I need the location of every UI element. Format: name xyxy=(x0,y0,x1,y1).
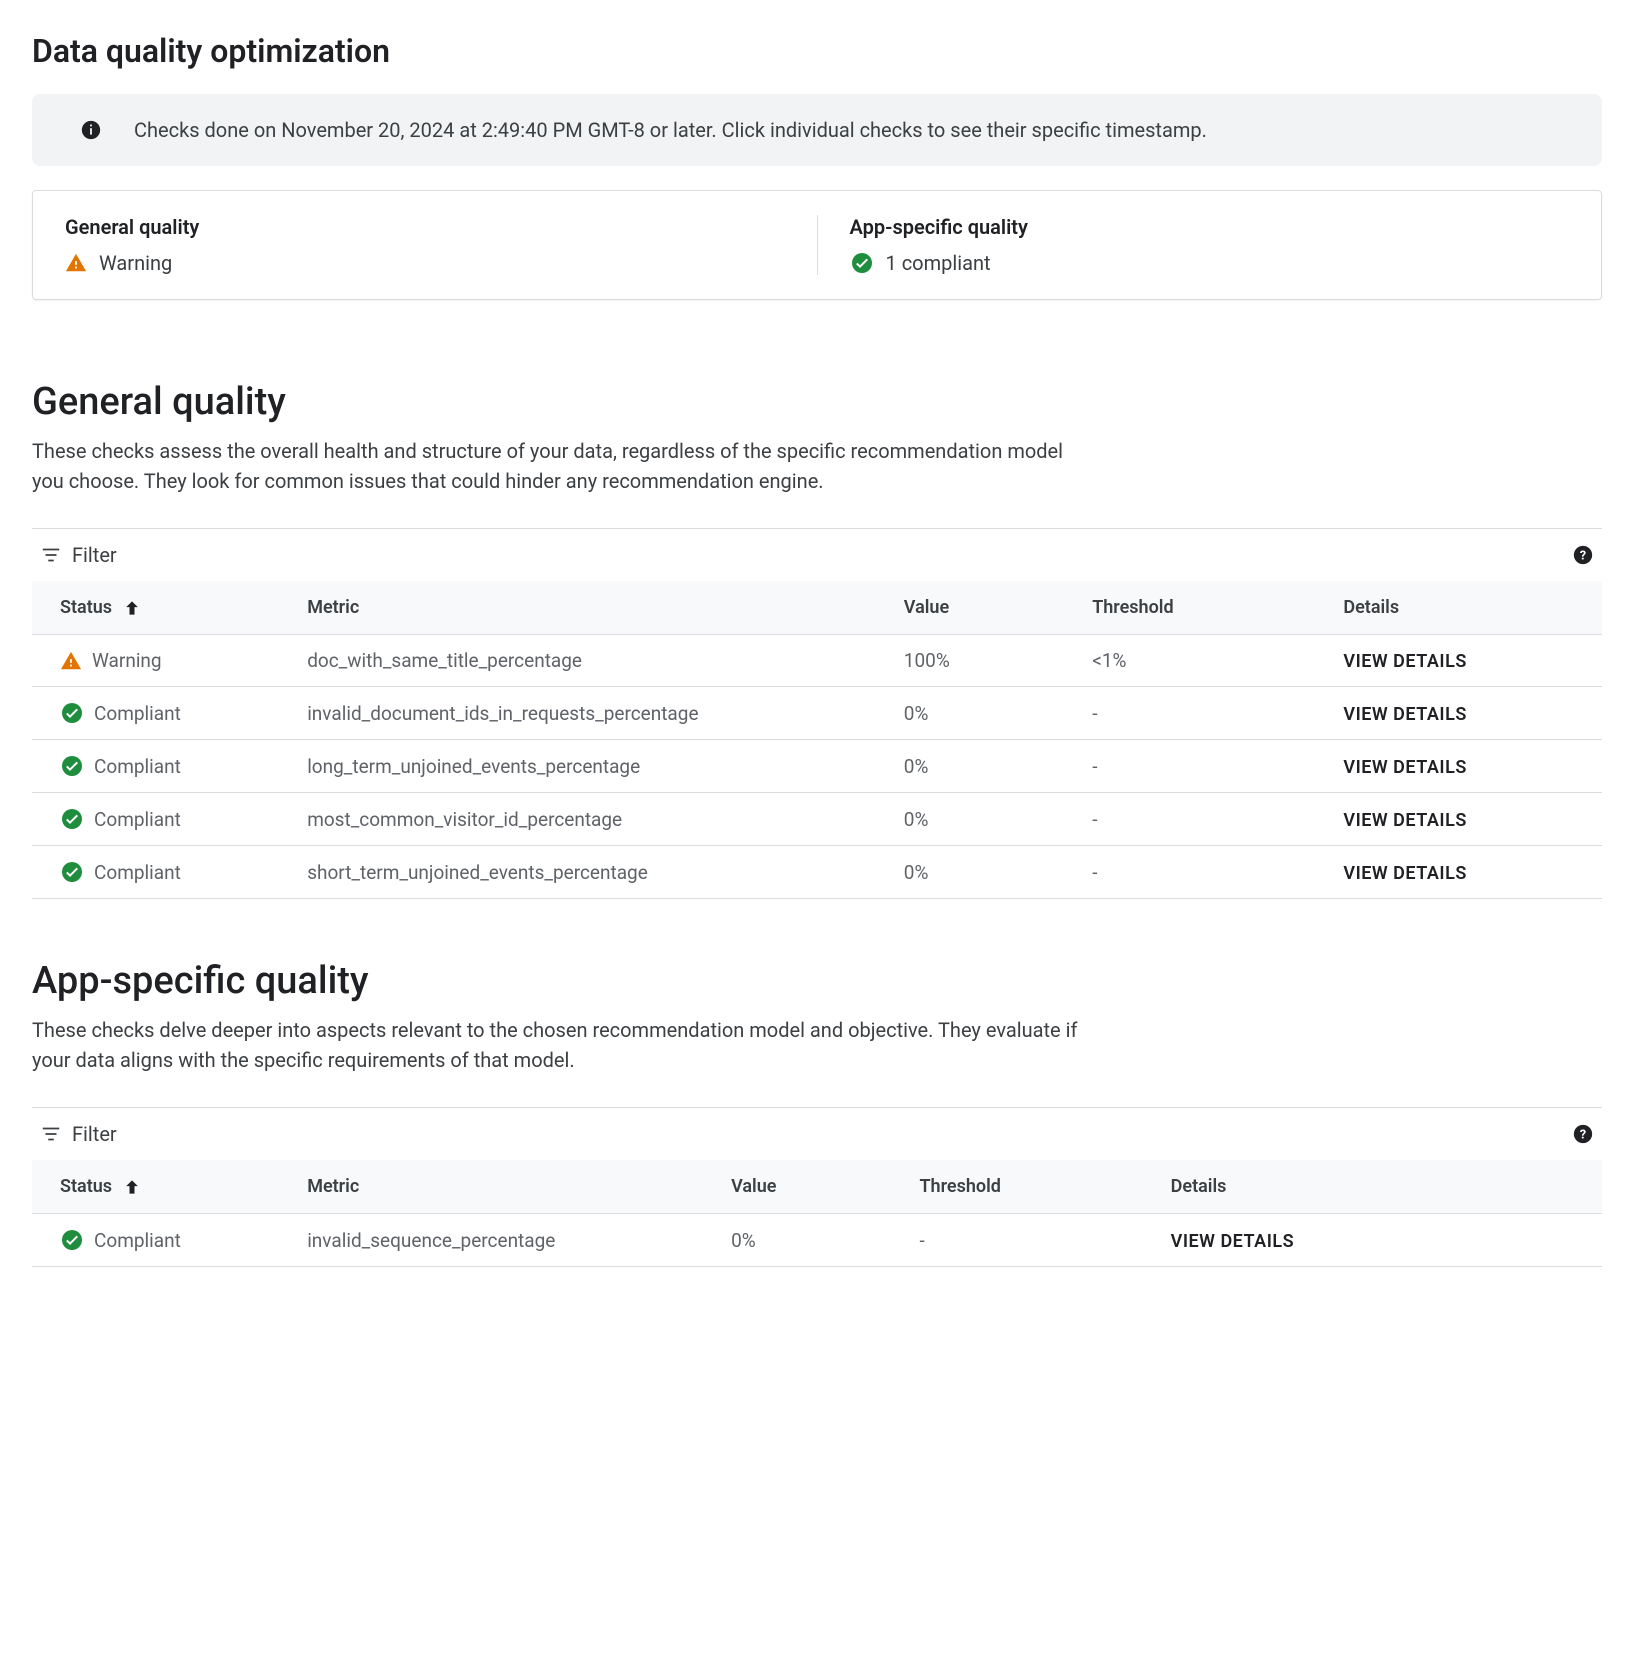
table-row[interactable]: Warning doc_with_same_title_percentage 1… xyxy=(32,635,1602,687)
status-cell: Compliant xyxy=(60,1228,259,1252)
status-cell: Warning xyxy=(60,649,259,672)
filter-button[interactable]: Filter xyxy=(40,543,117,567)
section-general: General quality These checks assess the … xyxy=(32,380,1602,899)
svg-text:?: ? xyxy=(1580,549,1586,564)
threshold-cell: - xyxy=(1068,687,1319,740)
help-icon[interactable]: ? xyxy=(1572,1123,1594,1145)
table-general: Status Metric Value Threshold Details Wa… xyxy=(32,581,1602,899)
info-banner-text: Checks done on November 20, 2024 at 2:49… xyxy=(134,118,1207,142)
status-text: Compliant xyxy=(94,861,181,884)
check-circle-icon xyxy=(60,860,84,884)
summary-app: App-specific quality 1 compliant xyxy=(818,215,1602,275)
svg-text:?: ? xyxy=(1580,1128,1586,1143)
threshold-cell: <1% xyxy=(1068,635,1319,687)
table-row[interactable]: Compliant invalid_sequence_percentage 0%… xyxy=(32,1214,1602,1267)
view-details-button[interactable]: VIEW DETAILS xyxy=(1171,1231,1294,1252)
table-row[interactable]: Compliant invalid_document_ids_in_reques… xyxy=(32,687,1602,740)
status-cell: Compliant xyxy=(60,860,259,884)
status-cell: Compliant xyxy=(60,807,259,831)
threshold-cell: - xyxy=(1068,846,1319,899)
help-icon[interactable]: ? xyxy=(1572,544,1594,566)
check-circle-icon xyxy=(60,754,84,778)
status-cell: Compliant xyxy=(60,701,259,725)
info-icon xyxy=(80,119,102,141)
value-cell: 0% xyxy=(707,1214,895,1267)
section-general-title: General quality xyxy=(32,380,1602,424)
section-app-title: App-specific quality xyxy=(32,959,1602,1003)
metric-cell: short_term_unjoined_events_percentage xyxy=(283,846,880,899)
status-text: Compliant xyxy=(94,1229,181,1252)
status-text: Compliant xyxy=(94,702,181,725)
table-row[interactable]: Compliant most_common_visitor_id_percent… xyxy=(32,793,1602,846)
table-row[interactable]: Compliant long_term_unjoined_events_perc… xyxy=(32,740,1602,793)
filter-icon xyxy=(40,1123,62,1145)
view-details-button[interactable]: VIEW DETAILS xyxy=(1343,651,1466,672)
status-text: Warning xyxy=(92,649,162,672)
view-details-button[interactable]: VIEW DETAILS xyxy=(1343,704,1466,725)
metric-cell: invalid_document_ids_in_requests_percent… xyxy=(283,687,880,740)
view-details-button[interactable]: VIEW DETAILS xyxy=(1343,863,1466,884)
status-text: Compliant xyxy=(94,808,181,831)
col-status: Status xyxy=(60,597,112,618)
section-app-desc: These checks delve deeper into aspects r… xyxy=(32,1015,1100,1075)
col-threshold: Threshold xyxy=(895,1160,1146,1214)
info-banner: Checks done on November 20, 2024 at 2:49… xyxy=(32,94,1602,166)
value-cell: 0% xyxy=(880,846,1068,899)
arrow-up-icon xyxy=(122,598,142,618)
col-value: Value xyxy=(880,581,1068,635)
metric-cell: invalid_sequence_percentage xyxy=(283,1214,707,1267)
page-title: Data quality optimization xyxy=(32,32,1602,70)
warning-icon xyxy=(60,650,82,672)
filter-label: Filter xyxy=(72,543,117,567)
section-general-desc: These checks assess the overall health a… xyxy=(32,436,1100,496)
status-text: Compliant xyxy=(94,755,181,778)
status-cell: Compliant xyxy=(60,754,259,778)
check-circle-icon xyxy=(60,807,84,831)
section-app: App-specific quality These checks delve … xyxy=(32,959,1602,1267)
value-cell: 0% xyxy=(880,740,1068,793)
threshold-cell: - xyxy=(895,1214,1146,1267)
col-threshold: Threshold xyxy=(1068,581,1319,635)
check-circle-icon xyxy=(60,701,84,725)
metric-cell: most_common_visitor_id_percentage xyxy=(283,793,880,846)
table-app: Status Metric Value Threshold Details Co… xyxy=(32,1160,1602,1267)
sort-status-header[interactable]: Status xyxy=(60,1176,142,1197)
check-circle-icon xyxy=(60,1228,84,1252)
arrow-up-icon xyxy=(122,1177,142,1197)
check-circle-icon xyxy=(850,251,874,275)
table-row[interactable]: Compliant short_term_unjoined_events_per… xyxy=(32,846,1602,899)
summary-app-status: 1 compliant xyxy=(850,251,1570,275)
col-metric: Metric xyxy=(283,1160,707,1214)
filter-icon xyxy=(40,544,62,566)
value-cell: 0% xyxy=(880,793,1068,846)
col-status: Status xyxy=(60,1176,112,1197)
metric-cell: long_term_unjoined_events_percentage xyxy=(283,740,880,793)
value-cell: 0% xyxy=(880,687,1068,740)
sort-status-header[interactable]: Status xyxy=(60,597,142,618)
col-details: Details xyxy=(1147,1160,1602,1214)
summary-app-status-text: 1 compliant xyxy=(886,251,991,275)
filter-label: Filter xyxy=(72,1122,117,1146)
col-value: Value xyxy=(707,1160,895,1214)
warning-icon xyxy=(65,252,87,274)
col-details: Details xyxy=(1319,581,1602,635)
summary-app-label: App-specific quality xyxy=(850,215,1570,239)
summary-general-status: Warning xyxy=(65,251,785,275)
view-details-button[interactable]: VIEW DETAILS xyxy=(1343,757,1466,778)
filter-bar-general: Filter ? xyxy=(32,528,1602,581)
summary-general-label: General quality xyxy=(65,215,785,239)
metric-cell: doc_with_same_title_percentage xyxy=(283,635,880,687)
summary-general: General quality Warning xyxy=(33,215,818,275)
threshold-cell: - xyxy=(1068,793,1319,846)
summary-general-status-text: Warning xyxy=(99,251,172,275)
view-details-button[interactable]: VIEW DETAILS xyxy=(1343,810,1466,831)
threshold-cell: - xyxy=(1068,740,1319,793)
filter-bar-app: Filter ? xyxy=(32,1107,1602,1160)
col-metric: Metric xyxy=(283,581,880,635)
summary-card: General quality Warning App-specific qua… xyxy=(32,190,1602,300)
value-cell: 100% xyxy=(880,635,1068,687)
filter-button[interactable]: Filter xyxy=(40,1122,117,1146)
